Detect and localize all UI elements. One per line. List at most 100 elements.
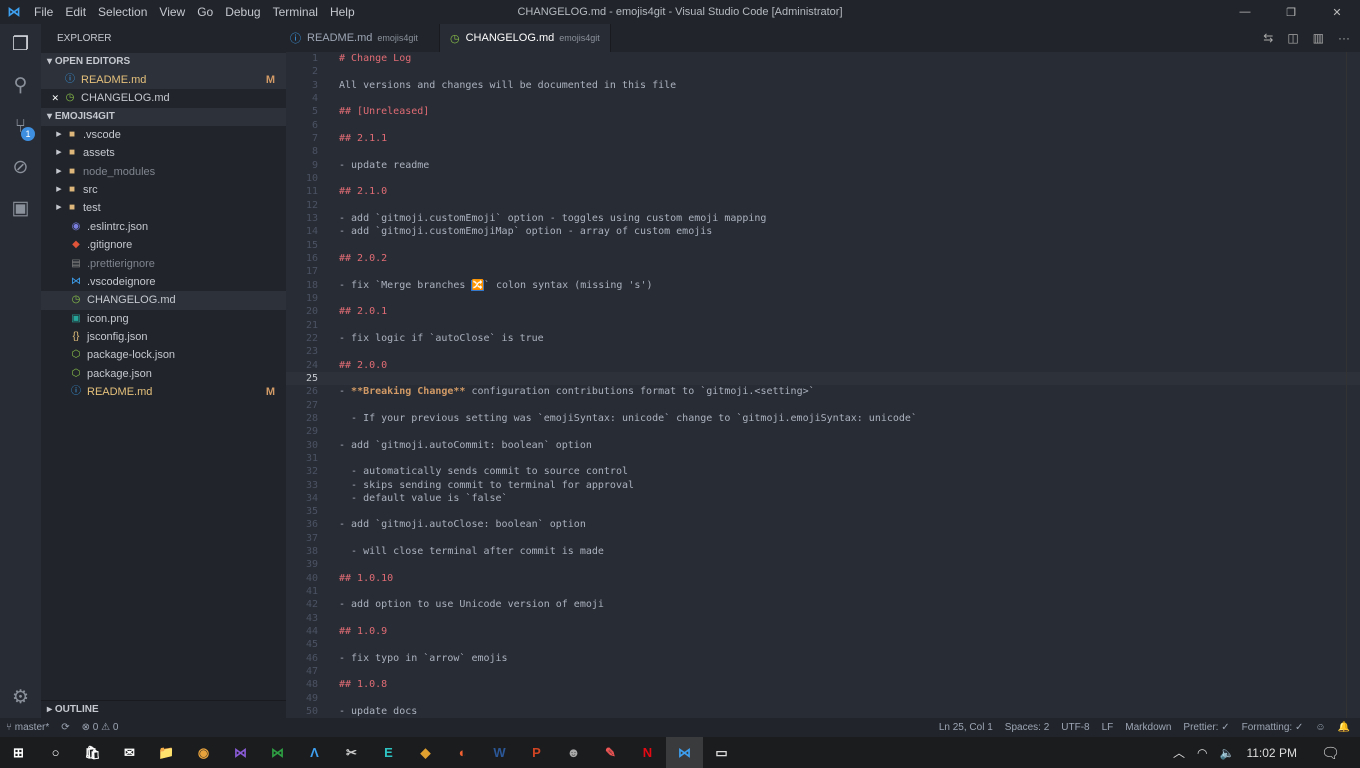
volume-icon[interactable]: 🔈 (1220, 746, 1235, 760)
line-number: 8 (311, 146, 318, 158)
file-item[interactable]: ▣ icon.png (41, 310, 286, 328)
taskbar-arduino-icon[interactable]: Λ (296, 737, 333, 768)
open-changes-icon[interactable]: ⇆ (1263, 31, 1273, 45)
code-editor[interactable]: 1 # Change Log 2 3 All versions and changes … (286, 52, 1360, 718)
taskbar-start-icon[interactable]: ⊞ (0, 737, 37, 768)
action-center-icon[interactable]: 🗨 (1321, 744, 1340, 762)
taskbar-paint-icon[interactable]: ✎ (592, 737, 629, 768)
menu-go[interactable]: Go (191, 5, 219, 19)
file-item[interactable]: ⓘ README.md M (41, 383, 286, 401)
file-item[interactable]: ⬡ package.json (41, 365, 286, 383)
explorer-icon[interactable]: ❐ (0, 24, 41, 65)
taskbar-vscode-icon[interactable]: ⋈ (666, 737, 703, 768)
file-item[interactable]: ⬡ package-lock.json (41, 346, 286, 364)
taskbar-git-kraken-icon[interactable]: ◆ (407, 737, 444, 768)
taskbar-word-icon[interactable]: W (481, 737, 518, 768)
search-icon[interactable]: ⚲ (0, 65, 41, 106)
split-editor-icon[interactable]: ▥ (1313, 31, 1324, 45)
file-item[interactable]: ◉ .eslintrc.json (41, 218, 286, 236)
restore-button[interactable]: ❐ (1268, 0, 1314, 24)
menu-edit[interactable]: Edit (59, 5, 92, 19)
indentation[interactable]: Spaces: 2 (999, 722, 1055, 733)
taskbar-editor-icon[interactable]: E (370, 737, 407, 768)
outline-header[interactable]: ▸ OUTLINE (41, 700, 286, 718)
language-mode[interactable]: Markdown (1119, 722, 1177, 733)
menu-view[interactable]: View (153, 5, 191, 19)
preview-icon[interactable]: ◫ (1287, 31, 1298, 45)
file-item[interactable]: ⋈ .vscodeignore (41, 273, 286, 291)
file-item[interactable]: ◆ .gitignore (41, 236, 286, 254)
line-number: 4 (311, 92, 318, 104)
debug-icon[interactable]: ⊘ (0, 147, 41, 188)
taskbar-netflix-icon[interactable]: N (629, 737, 666, 768)
line-content: - update readme (318, 159, 429, 172)
taskbar-visual-studio-icon[interactable]: ⋈ (222, 737, 259, 768)
taskbar-store-icon[interactable]: 🛍 (74, 737, 111, 768)
open-editors-header[interactable]: ▾ OPEN EDITORS (41, 53, 286, 71)
extensions-icon[interactable]: ▣ (0, 188, 41, 229)
taskbar-chrome-icon[interactable]: ◉ (185, 737, 222, 768)
eol[interactable]: LF (1096, 722, 1120, 733)
taskbar-postman-icon[interactable]: ◐ (444, 737, 481, 768)
clock[interactable]: 11:02 PM (1246, 746, 1296, 760)
wifi-icon[interactable]: ◠ (1197, 746, 1207, 760)
line-content: ## 1.0.10 (318, 572, 393, 585)
folder-icon: ■ (68, 202, 76, 214)
cursor-position[interactable]: Ln 25, Col 1 (933, 722, 999, 733)
taskbar-connect-icon[interactable]: ▭ (703, 737, 740, 768)
code-line: 44 ## 1.0.9 (286, 625, 1360, 638)
file-item[interactable]: ◷ CHANGELOG.md (41, 291, 286, 310)
formatting-status[interactable]: Formatting: ✓ (1236, 722, 1310, 733)
line-content (318, 532, 339, 545)
folder-item[interactable]: ▶ ■ .vscode (41, 126, 286, 144)
menu-debug[interactable]: Debug (219, 5, 266, 19)
close-button[interactable]: ✕ (1314, 0, 1360, 24)
folder-item[interactable]: ▶ ■ test (41, 199, 286, 217)
folder-icon: ■ (68, 183, 76, 195)
line-content (318, 372, 339, 385)
taskbar-vscode-insiders-icon[interactable]: ⋈ (259, 737, 296, 768)
project-header[interactable]: ▾ EMOJIS4GIT (41, 107, 286, 126)
menu-terminal[interactable]: Terminal (267, 5, 324, 19)
feedback-smiley-icon[interactable]: ☺ (1309, 722, 1331, 733)
open-editor-item[interactable]: ⓘ README.md M (41, 71, 286, 90)
taskbar-gimp-icon[interactable]: ☻ (555, 737, 592, 768)
menu-file[interactable]: File (28, 5, 59, 19)
taskbar-file-explorer-icon[interactable]: 📁 (148, 737, 185, 768)
close-editor-icon[interactable]: ✕ (41, 89, 63, 107)
file-item[interactable]: {} jsconfig.json (41, 328, 286, 346)
taskbar-snipping-icon[interactable]: ✂ (333, 737, 370, 768)
branch-status[interactable]: ⑂ master* (0, 722, 55, 733)
taskbar-mail-icon[interactable]: ✉ (111, 737, 148, 768)
encoding[interactable]: UTF-8 (1055, 722, 1095, 733)
taskbar-cortana-icon[interactable]: ○ (37, 737, 74, 768)
source-control-icon[interactable]: ⑂ 1 (0, 106, 41, 147)
settings-gear-icon[interactable]: ⚙ (0, 677, 41, 718)
file-item[interactable]: ▤ .prettierignore (41, 255, 286, 273)
line-number: 12 (305, 199, 318, 211)
menu-help[interactable]: Help (324, 5, 361, 19)
title-bar: ⋈ File Edit Selection View Go Debug Terminal He… (0, 0, 1360, 24)
sync-icon[interactable]: ⟳ (55, 722, 75, 733)
prettier-status[interactable]: Prettier: ✓ (1177, 722, 1235, 733)
folder-item[interactable]: ▶ ■ node_modules (41, 163, 286, 181)
taskbar-powerpoint-icon[interactable]: P (518, 737, 555, 768)
folder-item[interactable]: ▶ ■ src (41, 181, 286, 199)
tray-chevron-icon[interactable]: ︿ (1173, 744, 1185, 761)
line-number: 5 (311, 106, 318, 118)
editor-scrollbar[interactable] (1346, 52, 1360, 718)
code-line: 31 (286, 452, 1360, 465)
tab-changelog-md[interactable]: ◷ CHANGELOG.md emojis4git (440, 24, 611, 52)
more-actions-icon[interactable]: ··· (1338, 31, 1350, 45)
open-editor-item[interactable]: ✕ ◷ CHANGELOG.md (41, 89, 286, 107)
menu-selection[interactable]: Selection (92, 5, 153, 19)
json-icon: {} (72, 331, 80, 343)
problems-status[interactable]: ⊗ 0 ⚠ 0 (76, 722, 125, 733)
folder-item[interactable]: ▶ ■ assets (41, 144, 286, 162)
notifications-bell-icon[interactable]: 🔔 (1332, 722, 1360, 733)
line-number: 7 (311, 132, 318, 144)
minimize-button[interactable]: — (1222, 0, 1268, 24)
info-icon: ⓘ (290, 33, 301, 45)
tab-readme-md[interactable]: ⓘ README.md emojis4git (286, 24, 440, 52)
code-line: 29 (286, 425, 1360, 438)
